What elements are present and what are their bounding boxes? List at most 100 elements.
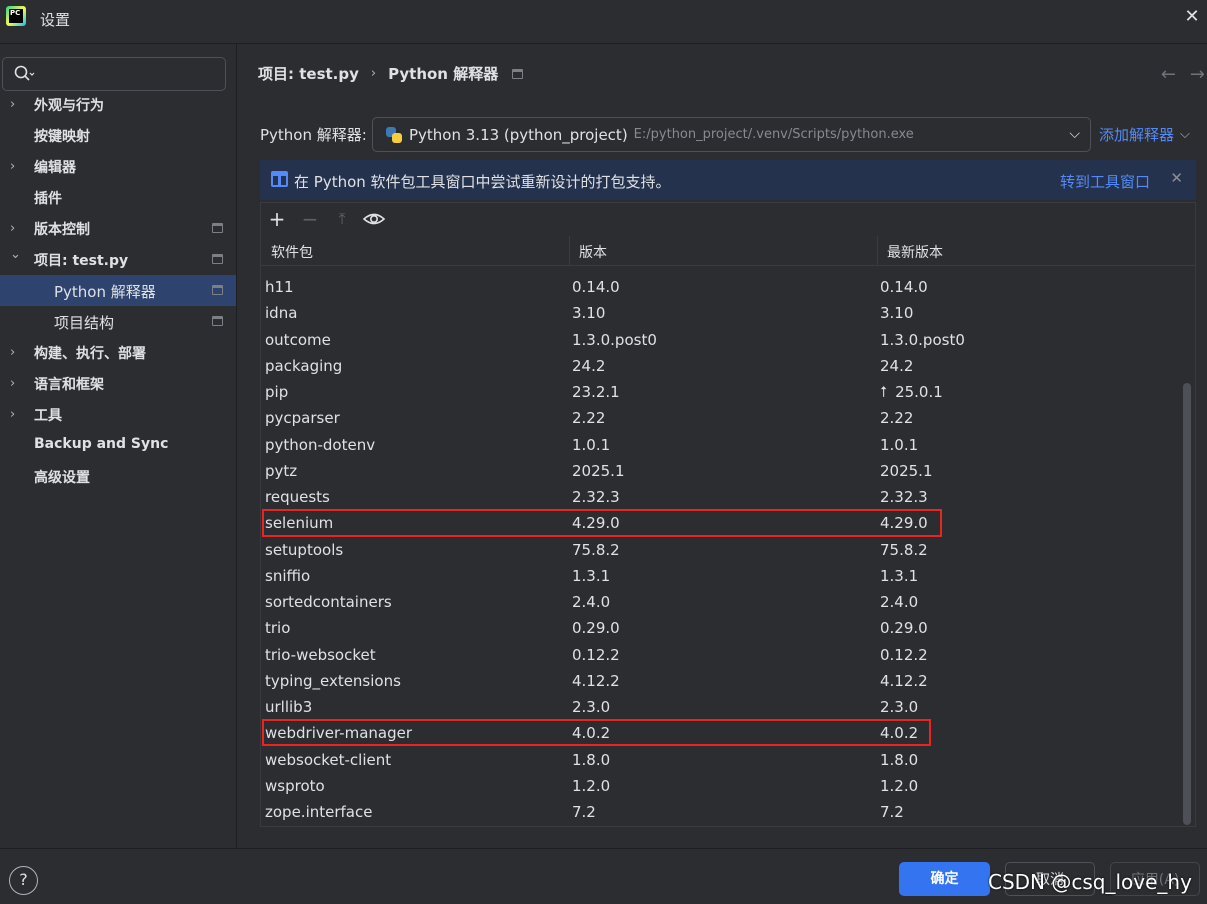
table-row[interactable]: typing_extensions 4.12.2 4.12.2 <box>261 669 1181 695</box>
sidebar-item-0[interactable]: › 外观与行为 <box>0 89 236 120</box>
search-icon <box>14 65 35 81</box>
sidebar-item-label: 版本控制 <box>34 222 90 238</box>
table-row[interactable]: h11 0.14.0 0.14.0 <box>261 275 1181 301</box>
package-name: charset-normalizer <box>265 267 406 270</box>
upgrade-arrow-icon: ⭡ <box>880 383 888 401</box>
info-banner: 在 Python 软件包工具窗口中尝试重新设计的打包支持。 转到工具窗口 ✕ <box>260 160 1196 200</box>
table-row[interactable]: requests 2.32.3 2.32.3 <box>261 485 1181 511</box>
table-row[interactable]: websocket-client 1.8.0 1.8.0 <box>261 748 1181 774</box>
sidebar-item-10[interactable]: › 工具 <box>0 399 236 430</box>
table-row[interactable]: pip 23.2.1 ⭡ 25.0.1 <box>261 380 1181 406</box>
package-name: trio-websocket <box>265 645 376 664</box>
package-name: packaging <box>265 356 343 375</box>
package-version: 0.14.0 <box>572 278 620 296</box>
sidebar-item-label: 高级设置 <box>34 470 90 486</box>
settings-search[interactable] <box>2 57 226 91</box>
sidebar-item-7[interactable]: 项目结构 <box>0 306 236 337</box>
table-row[interactable]: wsproto 1.2.0 1.2.0 <box>261 774 1181 800</box>
sidebar-item-12[interactable]: 高级设置 <box>0 461 236 492</box>
package-name: idna <box>265 304 298 323</box>
sidebar-item-4[interactable]: › 版本控制 <box>0 213 236 244</box>
package-latest: 3.4.1 <box>880 267 918 270</box>
show-latest-icon[interactable] <box>362 207 386 231</box>
table-row[interactable]: pytz 2025.1 2025.1 <box>261 459 1181 485</box>
table-row[interactable]: zope.interface 7.2 7.2 <box>261 800 1181 826</box>
banner-close-icon[interactable]: ✕ <box>1170 169 1183 187</box>
search-input[interactable] <box>39 62 219 86</box>
chevron-down-icon[interactable]: ⌄ <box>10 247 22 262</box>
latest-version-text: 25.0.1 <box>895 383 943 401</box>
table-row[interactable]: pycparser 2.22 2.22 <box>261 406 1181 432</box>
chevron-right-icon[interactable]: › <box>10 221 22 236</box>
sidebar-item-label: 项目结构 <box>54 314 115 332</box>
package-latest: 24.2 <box>880 356 914 375</box>
package-version: 3.10 <box>572 304 606 323</box>
interpreter-select[interactable]: Python 3.13 (python_project) E:/python_p… <box>372 117 1091 152</box>
table-row[interactable]: trio 0.29.0 0.29.0 <box>261 616 1181 642</box>
pycharm-logo-icon: PC <box>6 6 26 26</box>
table-row[interactable]: charset-normalizer 3.4.1 3.4.1 <box>261 267 1181 275</box>
help-button[interactable]: ? <box>9 866 38 895</box>
highlight-webdriver-manager <box>262 719 931 746</box>
table-row[interactable]: setuptools 75.8.2 75.8.2 <box>261 538 1181 564</box>
package-version: 75.8.2 <box>572 540 620 559</box>
sidebar-item-3[interactable]: 插件 <box>0 182 236 213</box>
package-name: pytz <box>265 461 298 480</box>
breadcrumb-page: Python 解释器 <box>388 65 499 83</box>
table-row[interactable]: packaging 24.2 24.2 <box>261 354 1181 380</box>
sidebar-item-1[interactable]: 按键映射 <box>0 120 236 151</box>
sidebar-item-5[interactable]: ⌄ 项目: test.py <box>0 244 236 275</box>
sidebar-item-2[interactable]: › 编辑器 <box>0 151 236 182</box>
chevron-down-icon: ⌵ <box>1180 127 1190 142</box>
sidebar-item-6[interactable]: Python 解释器 <box>0 275 236 306</box>
package-version: 24.2 <box>572 356 606 375</box>
chevron-right-icon[interactable]: › <box>10 159 22 174</box>
package-latest: 1.2.0 <box>880 776 919 795</box>
sidebar-item-label: 插件 <box>34 191 62 207</box>
sidebar-item-label: 编辑器 <box>34 160 76 176</box>
add-package-icon[interactable]: + <box>265 207 289 231</box>
breadcrumb-project[interactable]: 项目: test.py <box>258 63 359 84</box>
chevron-right-icon[interactable]: › <box>10 97 22 112</box>
package-name: pycparser <box>265 409 340 428</box>
table-row[interactable]: outcome 1.3.0.post0 1.3.0.post0 <box>261 328 1181 354</box>
package-name: wsproto <box>265 776 325 795</box>
forward-arrow-icon[interactable]: → <box>1190 64 1205 85</box>
upgrade-package-icon[interactable]: ⤒ <box>330 207 354 231</box>
table-header: 软件包 版本 最新版本 <box>261 236 1195 266</box>
back-arrow-icon[interactable]: ← <box>1161 64 1176 85</box>
table-row[interactable]: sniffio 1.3.1 1.3.1 <box>261 564 1181 590</box>
remove-package-icon[interactable]: − <box>298 207 322 231</box>
package-latest: 2.4.0 <box>880 593 919 611</box>
chevron-right-icon[interactable]: › <box>10 407 22 422</box>
chevron-down-icon: ⌵ <box>1069 126 1080 142</box>
package-latest: 75.8.2 <box>880 540 928 559</box>
sidebar-item-11[interactable]: Backup and Sync <box>0 430 236 461</box>
col-header-version[interactable]: 版本 <box>579 242 607 262</box>
table-row[interactable]: sortedcontainers 2.4.0 2.4.0 <box>261 590 1181 616</box>
package-version: 1.2.0 <box>572 776 611 795</box>
sidebar-item-label: 构建、执行、部署 <box>34 346 146 362</box>
ok-button[interactable]: 确定 <box>899 862 990 896</box>
table-row[interactable]: idna 3.10 3.10 <box>261 301 1181 327</box>
chevron-right-icon[interactable]: › <box>10 345 22 360</box>
col-header-package[interactable]: 软件包 <box>271 242 313 262</box>
sidebar-item-label: Python 解释器 <box>54 283 156 301</box>
project-scope-icon <box>212 254 223 264</box>
package-version: 2.3.0 <box>572 698 611 716</box>
chevron-right-icon[interactable]: › <box>10 376 22 391</box>
go-to-tool-window-link[interactable]: 转到工具窗口 <box>1060 171 1150 192</box>
table-row[interactable]: trio-websocket 0.12.2 0.12.2 <box>261 643 1181 669</box>
sidebar-item-9[interactable]: › 语言和框架 <box>0 368 236 399</box>
package-version: 1.0.1 <box>572 435 611 454</box>
package-name: outcome <box>265 330 331 349</box>
scrollbar-thumb[interactable] <box>1183 383 1191 825</box>
package-version: 1.8.0 <box>572 750 611 769</box>
sidebar-item-8[interactable]: › 构建、执行、部署 <box>0 337 236 368</box>
table-row[interactable]: urllib3 2.3.0 2.3.0 <box>261 695 1181 721</box>
col-header-latest[interactable]: 最新版本 <box>887 242 943 262</box>
add-interpreter-link[interactable]: 添加解释器 ⌵ <box>1099 124 1190 145</box>
table-row[interactable]: python-dotenv 1.0.1 1.0.1 <box>261 433 1181 459</box>
package-latest: ⭡ 25.0.1 <box>880 383 943 401</box>
close-icon[interactable]: ✕ <box>1181 6 1203 28</box>
